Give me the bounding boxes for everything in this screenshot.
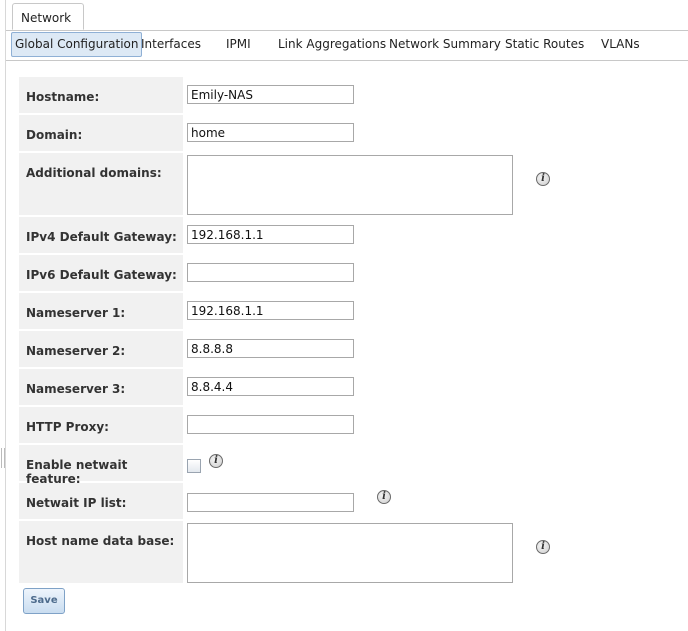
ipv6-gateway-label: IPv6 Default Gateway: [19, 255, 183, 291]
nameserver-1-input[interactable] [187, 301, 354, 320]
subtab-vlans[interactable]: VLANs [601, 33, 640, 56]
nameserver-1-label: Nameserver 1: [19, 293, 183, 329]
tab-network[interactable]: Network [12, 3, 84, 30]
splitter-grip[interactable] [1, 448, 5, 468]
nameserver-2-label: Nameserver 2: [19, 331, 183, 367]
subtab-link-aggregations[interactable]: Link Aggregations [278, 33, 386, 56]
row-netwait-enable: Enable netwait feature: i [19, 445, 688, 486]
subtab-static-routes[interactable]: Static Routes [505, 33, 584, 56]
netwait-ip-list-input[interactable] [187, 493, 354, 512]
row-domain: Domain: [19, 115, 688, 151]
ipv6-gateway-input[interactable] [187, 263, 354, 282]
save-button[interactable]: Save [23, 588, 65, 614]
additional-domains-textarea[interactable] [187, 155, 513, 215]
ipv4-gateway-input[interactable] [187, 225, 354, 244]
netwait-ip-list-label: Netwait IP list: [19, 483, 183, 519]
domain-input[interactable] [187, 123, 354, 142]
http-proxy-input[interactable] [187, 415, 354, 434]
host-name-database-label: Host name data base: [19, 521, 183, 583]
row-hostname: Hostname: [19, 77, 688, 113]
row-ipv6-gateway: IPv6 Default Gateway: [19, 255, 688, 291]
row-nameserver-2: Nameserver 2: [19, 331, 688, 367]
row-nameserver-1: Nameserver 1: [19, 293, 688, 329]
hostname-input[interactable] [187, 85, 354, 104]
subtab-network-summary[interactable]: Network Summary [389, 33, 501, 56]
subtab-global-configuration[interactable]: Global Configuration [11, 32, 143, 57]
info-icon[interactable]: i [536, 172, 550, 186]
nameserver-2-input[interactable] [187, 339, 354, 358]
row-netwait-ip-list: Netwait IP list: i [19, 483, 688, 519]
hostname-label: Hostname: [19, 77, 183, 113]
window-tabbar: Network [6, 0, 688, 31]
info-icon[interactable]: i [377, 490, 391, 504]
nameserver-3-input[interactable] [187, 377, 354, 396]
row-host-name-database: Host name data base: i [19, 521, 688, 583]
left-pane-splitter[interactable] [0, 0, 6, 631]
row-http-proxy: HTTP Proxy: [19, 407, 688, 443]
netwait-enable-checkbox[interactable] [187, 459, 201, 473]
row-nameserver-3: Nameserver 3: [19, 369, 688, 405]
subtab-ipmi[interactable]: IPMI [226, 33, 251, 56]
network-subtabs: Global Configuration Interfaces IPMI Lin… [6, 30, 688, 61]
row-ipv4-gateway: IPv4 Default Gateway: [19, 217, 688, 253]
additional-domains-label: Additional domains: [19, 153, 183, 215]
http-proxy-label: HTTP Proxy: [19, 407, 183, 443]
info-icon[interactable]: i [209, 454, 223, 468]
domain-label: Domain: [19, 115, 183, 151]
netwait-enable-label: Enable netwait feature: [19, 445, 183, 486]
info-icon[interactable]: i [536, 540, 550, 554]
ipv4-gateway-label: IPv4 Default Gateway: [19, 217, 183, 253]
host-name-database-textarea[interactable] [187, 523, 513, 583]
row-additional-domains: Additional domains: i [19, 153, 688, 215]
nameserver-3-label: Nameserver 3: [19, 369, 183, 405]
subtab-interfaces[interactable]: Interfaces [141, 33, 201, 56]
